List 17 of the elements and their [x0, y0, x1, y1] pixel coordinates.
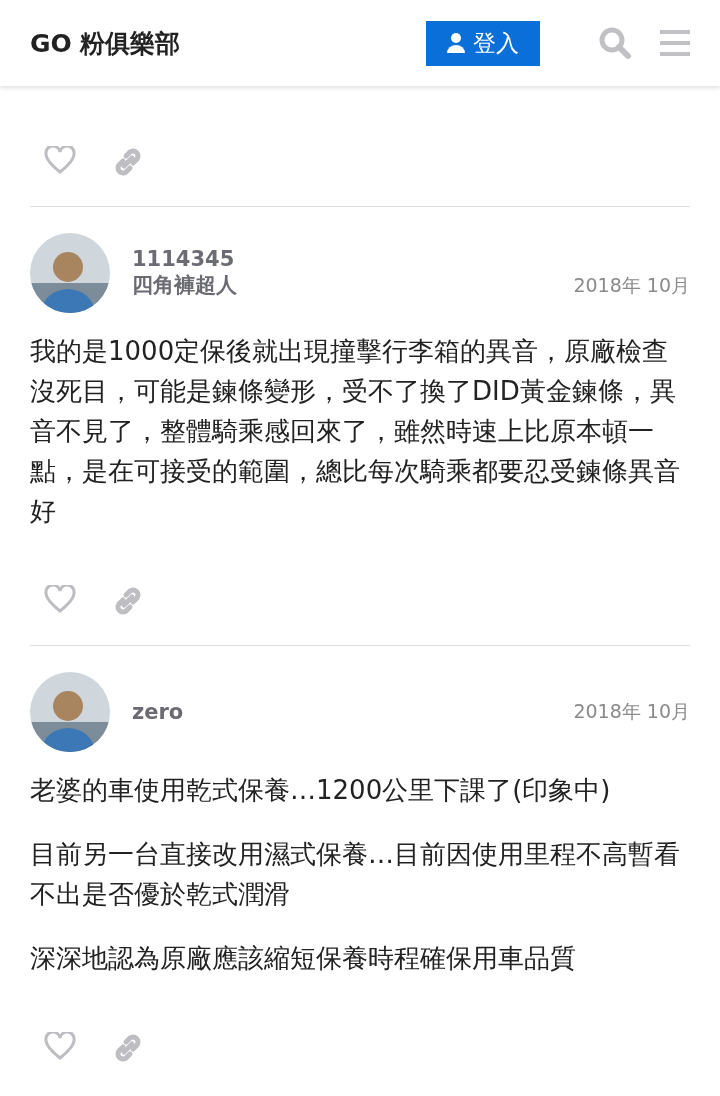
post-date[interactable]: 2018年 10月 — [573, 699, 690, 725]
heart-icon — [44, 585, 76, 613]
post-text: 深深地認為原廠應該縮短保養時程確保用車品質 — [30, 942, 577, 975]
heart-icon — [44, 1032, 76, 1060]
heart-icon — [44, 146, 76, 174]
login-button[interactable]: 登入 — [426, 20, 540, 66]
post-text: 老婆的車使用乾式保養…1200公里下課了(印象中) — [30, 774, 612, 807]
user-icon — [447, 33, 465, 53]
search-button[interactable] — [598, 26, 632, 60]
user-title: 四角褲超人 — [132, 272, 238, 299]
username[interactable]: zero — [132, 700, 552, 724]
site-title[interactable]: GO 粉俱樂部 — [30, 26, 426, 60]
username[interactable]: 1114345 — [132, 247, 552, 271]
menu-button[interactable] — [660, 29, 690, 57]
post-date[interactable]: 2018年 10月 — [573, 273, 690, 299]
post-text: 目前另一台直接改用濕式保養…目前因使用里程不高暫看不出是否優於乾式潤滑 — [30, 838, 681, 911]
post-text: 我的是1000定保後就出現撞擊行李箱的異音，原廠檢查沒死目，可能是鍊條變形，受不了換了DID黃金鍊條，異音不見了，整體騎乘感回來了，雖然時速上比原本頓一點，是在可接受的範圍，總比每次騎乘都要忍受鍊條異音好 — [30, 335, 681, 528]
